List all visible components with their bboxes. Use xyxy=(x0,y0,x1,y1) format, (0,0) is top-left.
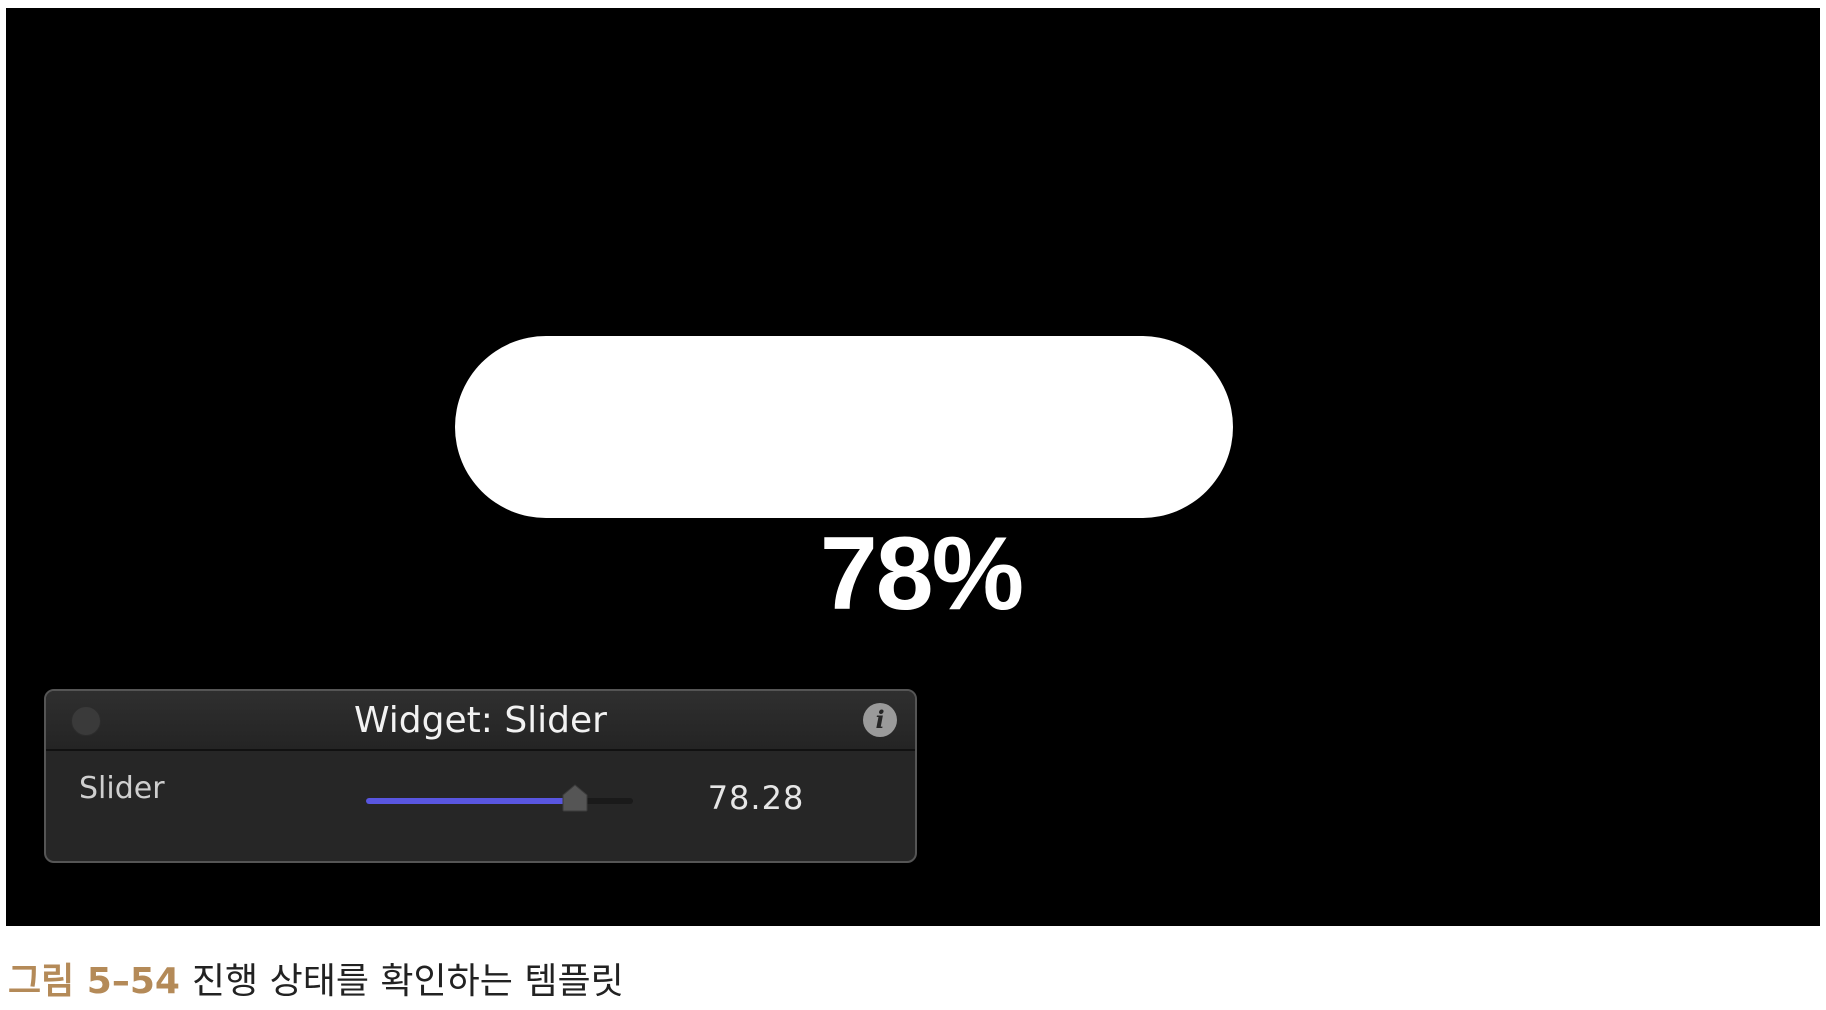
figure-caption: 그림 5–54 진행 상태를 확인하는 템플릿 xyxy=(8,960,624,1004)
hud-title: Widget: Slider xyxy=(353,700,607,741)
progress-bar-shape xyxy=(455,336,1233,518)
hud-panel: Widget: Slider i Slider 78.28 xyxy=(44,689,917,863)
progress-percent-text: 78% xyxy=(819,516,1024,632)
slider-label: Slider xyxy=(79,771,165,806)
slider-fill xyxy=(366,798,575,804)
hud-header[interactable]: Widget: Slider i xyxy=(46,691,915,751)
viewer-canvas: 78% Widget: Slider i Slider 78.28 xyxy=(6,8,1820,926)
figure-caption-text: 진행 상태를 확인하는 템플릿 xyxy=(191,961,624,1002)
info-icon[interactable]: i xyxy=(863,703,897,737)
slider-track[interactable] xyxy=(366,784,633,812)
slider-thumb[interactable] xyxy=(561,784,589,812)
figure-number: 그림 5–54 xyxy=(8,961,180,1002)
slider-value[interactable]: 78.28 xyxy=(676,780,836,816)
